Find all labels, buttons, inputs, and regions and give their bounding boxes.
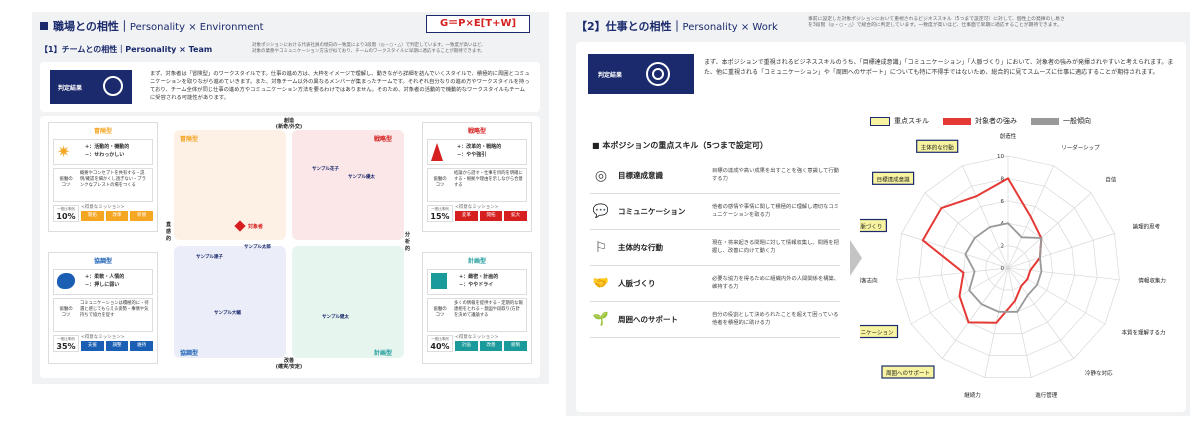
type-card-cooperative: 協調型 +：柔軟・人情的 −：押しに弱い 協働の コツ コミュニケーションは積極的に… [48,252,158,364]
radar-spoke [1007,233,1115,269]
work-summary: まず、本ポジションで重視されるビジネススキルのうち、「目標達成意識」「コミュニケ… [704,59,1174,76]
quadrant-planning [292,246,404,358]
quadrant-cooperative [174,246,286,358]
type-card-adventure: 冒険型 ✷ +：活動的・機動的 −：せわっかしい 協働の コツ 概要やコンセプトを共… [48,122,158,232]
support-icon: 🌱 [592,312,610,327]
target-label: 対象者 [248,224,264,230]
square-icon [431,273,447,289]
formula-box: G＝P×E[T+W] [426,15,530,33]
sample-point: サンプル太郎 [244,245,271,250]
team-summary: まず、対象者は「冒険型」のワークスタイルです。仕事の進め方は、大枠をイメージで理… [150,71,530,101]
target-icon: ◎ [594,167,608,184]
skill-row: 💬 コミュニケーション 他者の感情や事情に関して積極的に理解し適切なコミュニケー… [590,194,840,230]
radar-axis-label: 主体的な行動 [921,143,955,151]
radar-axis-label: 顧客志向 [860,277,878,285]
type-card-strategy: 戦略型 +：改革的・戦略的 −：やや強引 協働の コツ 結論から話す・仕事を目的を明… [422,122,532,232]
radar-tick-label: 10 [997,154,1004,160]
quadrant-label-bl: 協調型 [180,350,199,357]
legend-item: 一般傾向 [1031,116,1091,126]
sample-point: サンプル大輔 [214,311,241,316]
team-title: 【1】チームとの相性｜Personality × Team [40,45,213,54]
sample-point: サンプル優太 [348,175,375,180]
axis-bottom-label: 改善 (確実/安定) [275,358,303,370]
legend-item: 重点スキル [870,116,929,126]
quadrant-label-br: 計画型 [374,350,393,357]
work-judge-label: 判定結果 [588,54,694,94]
team-judge-label: 判定結果 [50,70,132,104]
quadrant-label-tr: 戦略型 [374,136,393,143]
quadrant-label-tl: 冒険型 [180,136,199,143]
right-desc: 事前に設定した対象ポジションにおいて重視されるビジネススキル（5つまで設定可）に… [808,17,1065,28]
radar-axis-label: 自信 [1105,175,1117,183]
skill-row: ◎ 目標達成意識 目標の達成や高い成果を出すことを強く意識して行動する力 [590,158,840,194]
judge-circle-icon [103,76,123,96]
quadrant-strategy [292,130,404,240]
left-title: 職場との相性｜Personality × Environment [40,18,264,34]
radar-axis-label: 論理的思考 [1133,223,1161,231]
skills-title: ■ 本ポジションの重点スキル（5つまで設定可） [592,141,768,150]
skill-row: 🌱 周囲へのサポート 自分の役割として決められたことを超えて困っている他者を積極… [590,302,840,338]
chart-legend: 重点スキル 対象者の強み 一般傾向 [870,116,1091,126]
handshake-icon: 🤝 [592,276,610,291]
radar-axis-label: 創造性 [1000,132,1017,140]
blob-icon [57,273,75,289]
radar-axis-label: リーダーシップ [1061,143,1100,151]
radar-axis-label: 人脈づくり [860,223,882,231]
axis-right-label: 分析的 [405,232,411,252]
skill-row: ⚐ 主体的な行動 現在・将来起きる問題に対して情報収集し、問題を把握し、改善に向… [590,230,840,266]
radar-axis-label: 冷静な対応 [1085,369,1113,377]
radar-tick-label: 2 [1001,244,1005,250]
radar-tick-label: 0 [1001,266,1005,272]
radar-axis-label: 進行管理 [1035,391,1058,399]
radar-axis-label: 周囲へのサポート [886,370,930,377]
radar-tick-label: 6 [1001,199,1005,205]
radar-chart: 0246810創造性リーダーシップ自信論理的思考情報収集力本質を理解する力冷静な… [860,132,1166,399]
team-desc: 対象ポジションにおける代表社員の傾向の一致度により3段階（◎・○・△）で判定して… [252,43,486,54]
triangle-icon [431,143,443,161]
skill-row: 🤝 人脈づくり 必要な協力を得るために組織内外の人間関係を構築、維持する力 [590,266,840,302]
radar-axis-label: コミュニケーション [860,330,894,337]
legend-item: 対象者の強み [943,116,1017,126]
chat-icon: 💬 [592,204,610,219]
radar-axis-label: 継続力 [964,391,981,399]
flag-icon: ⚐ [594,239,608,256]
sample-point: サンプル健太 [322,315,349,320]
sample-point: サンプル花子 [312,167,339,172]
sunburst-icon: ✷ [57,142,71,161]
right-title: 【2】仕事との相性｜Personality × Work [576,20,778,33]
axis-top-label: 創造 (新奇/外交) [275,118,303,130]
axis-left-label: 直感的 [166,222,172,242]
sample-point: サンプル達子 [196,255,223,260]
radar-axis-label: 目標達成意識 [877,175,911,183]
radar-axis-label: 情報収集力 [1138,277,1166,285]
skills-list: ◎ 目標達成意識 目標の達成や高い成果を出すことを強く意識して行動する力 💬 コ… [590,158,840,338]
radar-spoke [901,233,1009,269]
radar-axis-label: 本質を理解する力 [1121,329,1165,337]
quadrant-adventure [174,130,286,240]
radar-spoke [1007,192,1092,269]
type-card-planning: 計画型 +：緻密・計画的 −：ややドライ 協働の コツ 多くの情報を提供する・定期的… [422,252,532,364]
